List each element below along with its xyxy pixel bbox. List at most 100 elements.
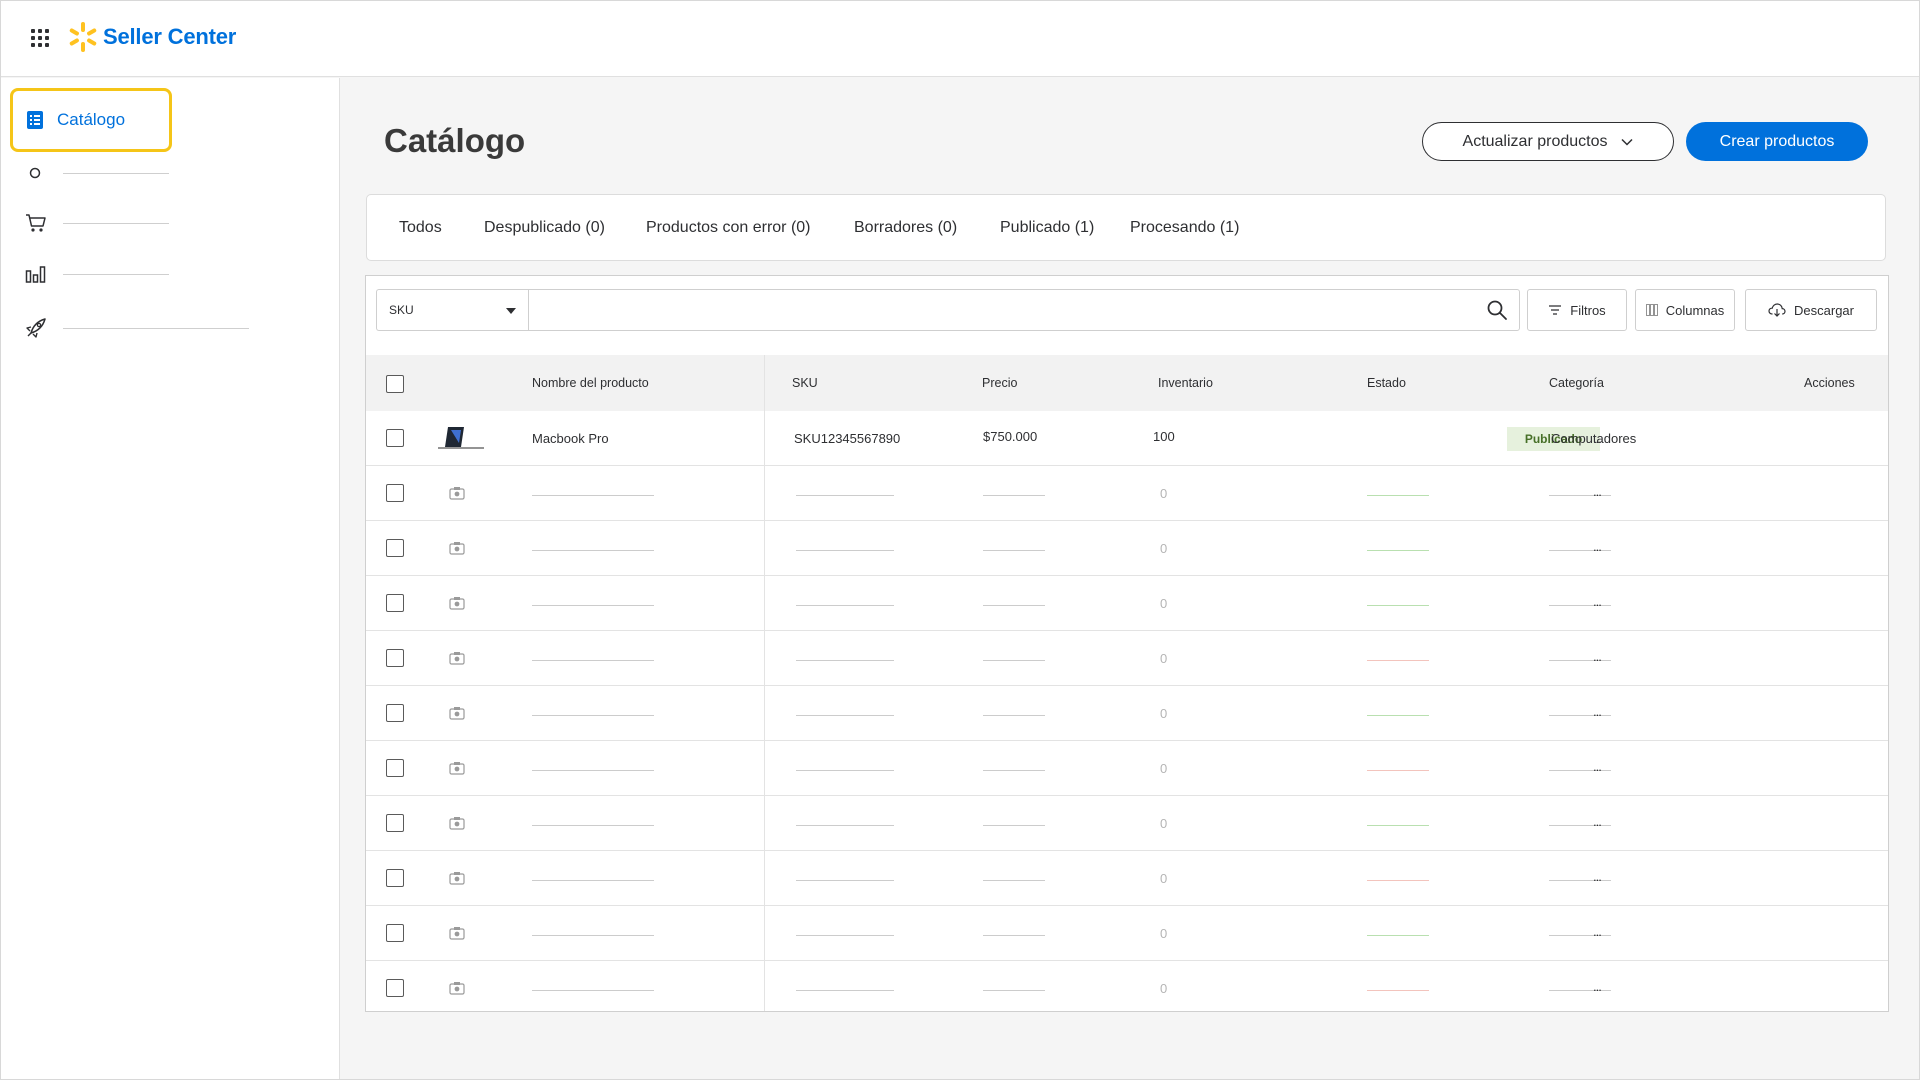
search-icon[interactable] [1486, 299, 1508, 321]
filters-button[interactable]: Filtros [1527, 289, 1627, 331]
inventory-value: 0 [1160, 651, 1168, 666]
column-header-categoria[interactable]: Categoría [1549, 376, 1604, 390]
column-header-estado[interactable]: Estado [1367, 376, 1406, 390]
sku-placeholder-line [796, 715, 894, 716]
sidebar-item-placeholder-3[interactable] [25, 262, 175, 286]
search-field-select[interactable]: SKU [376, 289, 528, 331]
product-name[interactable]: Macbook Pro [532, 431, 609, 446]
row-checkbox[interactable] [386, 869, 404, 887]
inventory-value: 0 [1160, 486, 1168, 501]
sidebar: Catálogo [1, 78, 340, 1079]
image-placeholder-icon [449, 706, 465, 720]
page-title: Catálogo [384, 122, 526, 159]
brand-name: Seller Center [103, 24, 237, 49]
tab-borradores[interactable]: Borradores (0) [854, 219, 957, 237]
sku-placeholder-line [796, 550, 894, 551]
row-actions-menu[interactable]: ... [1593, 539, 1602, 554]
table-row[interactable]: 0... [366, 576, 1888, 631]
columns-icon [1645, 304, 1658, 316]
sku-placeholder-line [796, 660, 894, 661]
laptop-thumbnail [438, 427, 484, 449]
apps-grid-icon[interactable] [31, 29, 49, 47]
row-actions-menu[interactable]: ... [1593, 924, 1602, 939]
sidebar-item-catalogo[interactable]: Catálogo [10, 88, 172, 152]
inventory-value: 0 [1160, 596, 1168, 611]
category-placeholder-line [1549, 605, 1611, 606]
row-checkbox[interactable] [386, 704, 404, 722]
row-actions-menu[interactable]: ... [1593, 759, 1602, 774]
inventory-value: 0 [1160, 926, 1168, 941]
image-placeholder-icon [449, 926, 465, 940]
column-header-precio[interactable]: Precio [982, 376, 1017, 390]
sidebar-item-placeholder-2[interactable] [25, 211, 175, 235]
table-row[interactable]: 0... [366, 686, 1888, 741]
spark-icon [69, 22, 97, 52]
column-header-nombre[interactable]: Nombre del producto [532, 376, 649, 390]
row-checkbox[interactable] [386, 484, 404, 502]
row-actions-menu[interactable]: ... [1593, 649, 1602, 664]
image-placeholder-icon [449, 596, 465, 610]
columns-label: Columnas [1665, 302, 1725, 318]
sku-placeholder-line [796, 990, 894, 991]
sidebar-item-placeholder-1[interactable] [25, 161, 175, 185]
sku-placeholder-line [796, 495, 894, 496]
tab-todos[interactable]: Todos [399, 219, 442, 237]
column-header-sku[interactable]: SKU [792, 376, 818, 390]
name-placeholder-line [532, 550, 654, 551]
tab-publicado[interactable]: Publicado (1) [1000, 219, 1094, 237]
row-checkbox[interactable] [386, 649, 404, 667]
table-row[interactable]: 0... [366, 796, 1888, 851]
table-row[interactable]: 0... [366, 961, 1888, 1016]
row-checkbox[interactable] [386, 979, 404, 997]
row-actions-menu[interactable]: ... [1593, 594, 1602, 609]
sidebar-placeholder-line [63, 273, 169, 275]
sku-placeholder-line [796, 935, 894, 936]
table-row[interactable]: 0... [366, 906, 1888, 961]
status-placeholder-line [1367, 715, 1429, 716]
row-actions-menu[interactable]: ... [1593, 869, 1602, 884]
tab-productos-con-error[interactable]: Productos con error (0) [646, 219, 811, 237]
table-row[interactable]: 0... [366, 466, 1888, 521]
row-actions-menu[interactable]: ... [1593, 431, 1602, 446]
sidebar-placeholder-line [63, 222, 169, 224]
price-placeholder-line [983, 715, 1045, 716]
name-placeholder-line [532, 605, 654, 606]
category-placeholder-line [1549, 660, 1611, 661]
sidebar-item-placeholder-4[interactable] [25, 316, 255, 340]
search-input[interactable] [528, 289, 1520, 331]
columns-button[interactable]: Columnas [1635, 289, 1735, 331]
row-actions-menu[interactable]: ... [1593, 484, 1602, 499]
table-row[interactable]: Macbook Pro SKU12345567890 $750.000 100 … [366, 411, 1888, 466]
row-checkbox[interactable] [386, 814, 404, 832]
status-placeholder-line [1367, 660, 1429, 661]
row-checkbox[interactable] [386, 759, 404, 777]
cloud-download-icon [1768, 303, 1786, 317]
table-row[interactable]: 0... [366, 851, 1888, 906]
download-button[interactable]: Descargar [1745, 289, 1877, 331]
select-all-checkbox[interactable] [386, 375, 404, 393]
row-checkbox[interactable] [386, 429, 404, 447]
row-actions-menu[interactable]: ... [1593, 704, 1602, 719]
row-checkbox[interactable] [386, 539, 404, 557]
category-placeholder-line [1549, 825, 1611, 826]
image-placeholder-icon [449, 816, 465, 830]
image-placeholder-icon [449, 541, 465, 555]
sidebar-placeholder-line [63, 327, 249, 329]
row-checkbox[interactable] [386, 594, 404, 612]
tab-procesando[interactable]: Procesando (1) [1130, 219, 1239, 237]
create-products-button[interactable]: Crear productos [1686, 122, 1868, 161]
product-price: $750.000 [983, 429, 1038, 444]
column-header-inventario[interactable]: Inventario [1158, 376, 1213, 390]
row-actions-menu[interactable]: ... [1593, 979, 1602, 994]
price-placeholder-line [983, 990, 1045, 991]
seller-center-logo[interactable]: Seller Center [69, 21, 236, 53]
table-row[interactable]: 0... [366, 521, 1888, 576]
row-checkbox[interactable] [386, 924, 404, 942]
table-row[interactable]: 0... [366, 631, 1888, 686]
top-header: Seller Center [1, 1, 1919, 77]
row-actions-menu[interactable]: ... [1593, 814, 1602, 829]
table-row[interactable]: 0... [366, 741, 1888, 796]
tab-despublicado[interactable]: Despublicado (0) [484, 219, 605, 237]
update-products-button[interactable]: Actualizar productos [1422, 122, 1674, 161]
status-placeholder-line [1367, 770, 1429, 771]
